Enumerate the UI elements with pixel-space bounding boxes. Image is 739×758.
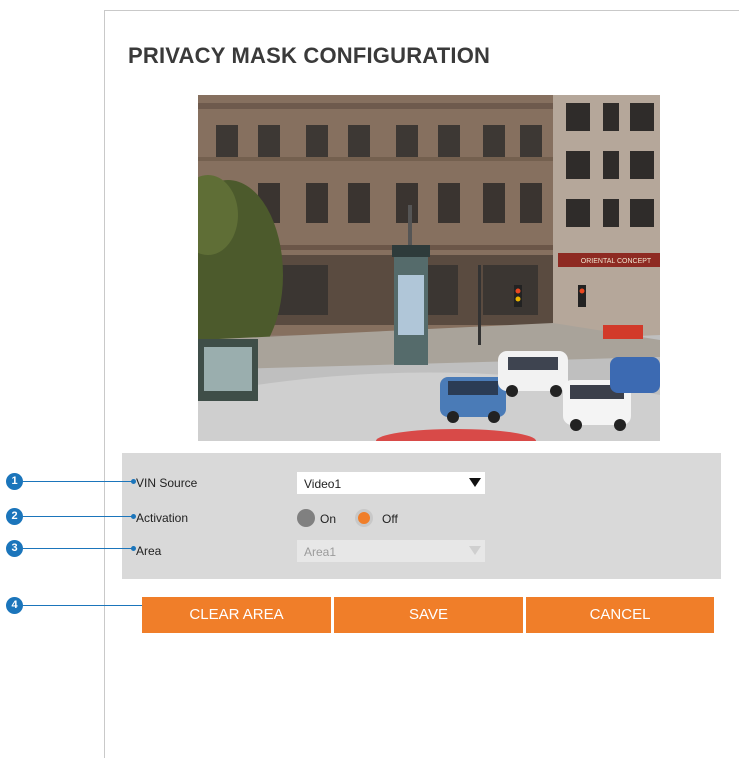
callout-3: 3	[6, 540, 23, 557]
dropdown-arrow-icon	[469, 478, 481, 487]
clear-area-button[interactable]: CLEAR AREA	[142, 597, 331, 633]
callout-3-leader	[23, 548, 133, 549]
camera-preview-image: ORIENTAL CONCEPT	[198, 95, 660, 441]
callout-2: 2	[6, 508, 23, 525]
camera-preview[interactable]: ORIENTAL CONCEPT	[198, 95, 660, 441]
save-button[interactable]: SAVE	[334, 597, 523, 633]
callout-1: 1	[6, 473, 23, 490]
activation-on-radio[interactable]	[297, 509, 315, 527]
callout-2-dot	[131, 514, 136, 519]
callout-4: 4	[6, 597, 23, 614]
callout-2-leader	[23, 516, 133, 517]
vin-source-label: VIN Source	[136, 476, 198, 490]
content-frame-top-border	[104, 10, 739, 11]
callout-3-dot	[131, 546, 136, 551]
page-title: PRIVACY MASK CONFIGURATION	[128, 43, 491, 68]
callout-1-leader	[23, 481, 133, 482]
vin-source-select[interactable]: Video1	[297, 472, 485, 494]
activation-off-radio[interactable]	[355, 509, 373, 527]
callout-1-dot	[131, 479, 136, 484]
content-frame-left-border	[104, 10, 105, 758]
preview-shop-sign: ORIENTAL CONCEPT	[581, 258, 652, 265]
activation-off-label: Off	[382, 512, 398, 526]
area-value: Area1	[304, 545, 337, 559]
vin-source-value: Video1	[304, 477, 342, 491]
activation-on-label: On	[320, 512, 337, 526]
settings-panel: VIN Source Video1 Activation On Off Area…	[122, 453, 721, 579]
cancel-button[interactable]: CANCEL	[526, 597, 714, 633]
dropdown-arrow-icon	[469, 546, 481, 555]
area-label: Area	[136, 544, 162, 558]
activation-label: Activation	[136, 511, 189, 525]
area-select[interactable]: Area1	[297, 540, 485, 562]
